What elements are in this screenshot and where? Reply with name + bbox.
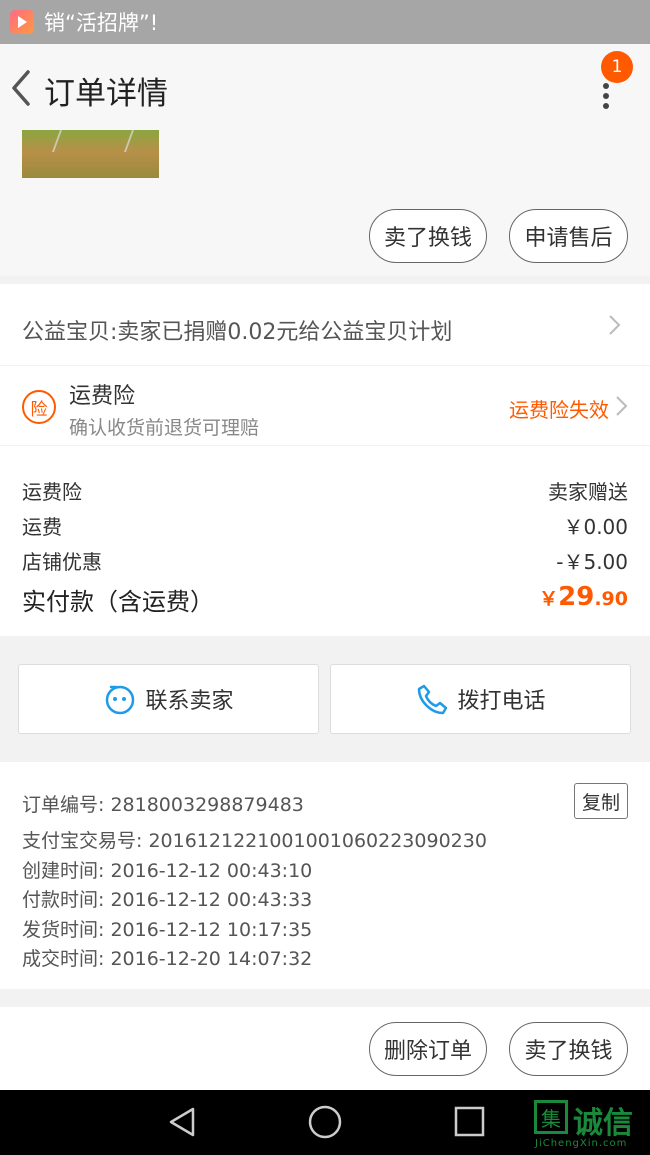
contact-seller-label: 联系卖家 xyxy=(145,689,234,714)
watermark-logo: 集 诚信 JiChengXin.com xyxy=(531,1098,649,1150)
info-line: 发货时间: 2016-12-12 10:17:35 xyxy=(22,915,312,942)
total-currency: ￥ xyxy=(539,588,559,610)
insurance-title: 运费险 xyxy=(69,384,136,409)
call-phone-label: 拨打电话 xyxy=(457,689,546,714)
info-label: 支付宝交易号: xyxy=(22,830,143,852)
nav-home-icon[interactable] xyxy=(307,1105,343,1141)
info-line: 付款时间: 2016-12-12 00:43:33 xyxy=(22,885,312,912)
page-title: 订单详情 xyxy=(44,76,168,112)
nav-recents-icon[interactable] xyxy=(453,1105,487,1139)
fee-value: -￥5.00 xyxy=(556,550,628,574)
info-line: 支付宝交易号: 2016121221001001060223090230 xyxy=(22,826,487,853)
nav-back-icon[interactable] xyxy=(165,1105,199,1139)
info-line: 成交时间: 2016-12-20 14:07:32 xyxy=(22,944,312,971)
header: 订单详情 1 xyxy=(0,44,650,130)
fee-label: 店铺优惠 xyxy=(22,550,102,574)
phone-icon xyxy=(418,684,448,715)
chevron-right-icon xyxy=(609,315,621,335)
fee-summary: 运费险 卖家赠送 运费 ￥0.00 店铺优惠 -￥5.00 实付款（含运费） ￥… xyxy=(0,446,650,636)
sell-for-cash-button[interactable]: 卖了换钱 xyxy=(369,209,487,263)
total-integer: 29 xyxy=(558,582,595,612)
info-value: 2016-12-12 00:43:10 xyxy=(110,860,313,882)
info-value: 2016-12-12 00:43:33 xyxy=(110,889,313,911)
notification-badge: 1 xyxy=(601,51,633,83)
info-line: 创建时间: 2016-12-12 00:43:10 xyxy=(22,856,312,883)
order-number-line: 订单编号: 2818003298879483 xyxy=(22,790,304,817)
apply-after-sale-button[interactable]: 申请售后 xyxy=(509,209,628,263)
total-amount: ￥29.90 xyxy=(539,582,628,612)
watermark-brand: 诚信 xyxy=(573,1106,633,1141)
watermark-logo-mark: 集 xyxy=(534,1100,568,1134)
total-label: 实付款（含运费） xyxy=(22,588,214,616)
info-value: 2016121221001001060223090230 xyxy=(148,830,487,852)
fee-value: ￥0.00 xyxy=(563,515,628,539)
product-thumbnail[interactable] xyxy=(22,130,159,178)
charity-row[interactable]: 公益宝贝:卖家已捐赠0.02元给公益宝贝计划 xyxy=(0,284,650,365)
charity-text: 公益宝贝:卖家已捐赠0.02元给公益宝贝计划 xyxy=(22,320,453,345)
system-nav-bar: 集 诚信 JiChengXin.com xyxy=(0,1090,650,1155)
info-label: 付款时间: xyxy=(22,889,105,911)
info-value: 2016-12-12 10:17:35 xyxy=(110,919,313,941)
info-label: 成交时间: xyxy=(22,948,105,970)
order-number-label: 订单编号: xyxy=(22,794,105,816)
status-app-name: 销“活招牌”! xyxy=(44,11,159,35)
app-icon xyxy=(10,10,34,34)
watermark-url: JiChengXin.com xyxy=(535,1138,628,1149)
info-label: 创建时间: xyxy=(22,860,105,882)
status-bar: 销“活招牌”! xyxy=(0,0,650,44)
product-section: 卖了换钱 申请售后 xyxy=(0,130,650,276)
call-phone-button[interactable]: 拨打电话 xyxy=(330,664,631,734)
fee-label: 运费险 xyxy=(22,480,82,504)
info-value: 2016-12-20 14:07:32 xyxy=(110,948,313,970)
insurance-subtitle: 确认收货前退货可理赔 xyxy=(69,417,260,439)
contact-seller-button[interactable]: 联系卖家 xyxy=(18,664,319,734)
back-arrow-icon[interactable] xyxy=(8,68,38,108)
fee-value: 卖家赠送 xyxy=(548,480,628,504)
total-decimal: .90 xyxy=(594,588,628,610)
shipping-insurance-row[interactable]: 险 运费险 确认收货前退货可理赔 运费险失效 xyxy=(0,366,650,445)
fee-label: 运费 xyxy=(22,515,62,539)
copy-button[interactable]: 复制 xyxy=(574,783,628,819)
order-info: 订单编号: 2818003298879483 复制 支付宝交易号: 201612… xyxy=(0,762,650,989)
sell-for-cash-button[interactable]: 卖了换钱 xyxy=(509,1022,628,1076)
chevron-right-icon xyxy=(616,396,628,416)
bottom-action-bar: 删除订单 卖了换钱 xyxy=(0,1007,650,1090)
insurance-status: 运费险失效 xyxy=(509,398,609,422)
chat-face-icon xyxy=(106,685,135,715)
more-vertical-icon[interactable] xyxy=(596,80,616,112)
info-label: 发货时间: xyxy=(22,919,105,941)
order-number: 2818003298879483 xyxy=(110,794,304,816)
delete-order-button[interactable]: 删除订单 xyxy=(369,1022,487,1076)
insurance-badge-icon: 险 xyxy=(22,390,56,424)
